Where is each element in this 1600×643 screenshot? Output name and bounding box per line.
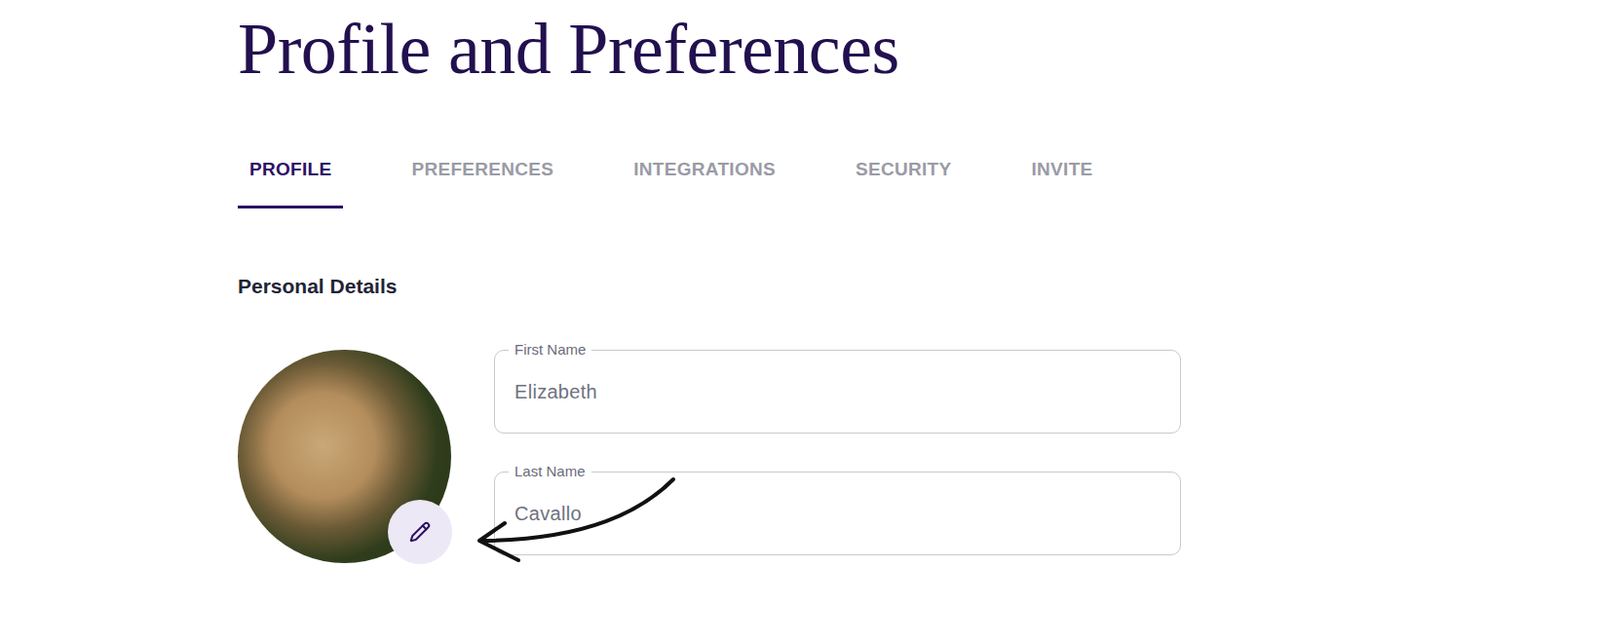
personal-details: First NameElizabethLast NameCavallo	[237, 349, 1181, 564]
section-title: Personal Details	[237, 274, 1600, 299]
text-field[interactable]: Last NameCavallo	[494, 471, 1181, 556]
tab[interactable]: PREFERENCES	[399, 158, 566, 209]
field-label: First Name	[508, 341, 592, 359]
name-fields: First NameElizabethLast NameCavallo	[494, 349, 1181, 564]
annotation-arrow-icon	[237, 349, 1181, 574]
tab[interactable]: INTEGRATIONS	[621, 158, 788, 209]
field-value[interactable]: Cavallo	[514, 500, 582, 527]
text-field[interactable]: First NameElizabeth	[494, 349, 1181, 434]
avatar	[237, 349, 452, 564]
tab-bar: PROFILE PREFERENCES INTEGRATIONS SECURITY IN…	[237, 158, 1600, 209]
edit-avatar-button[interactable]	[387, 499, 453, 565]
tab[interactable]: SECURITY	[843, 158, 963, 209]
tab[interactable]: INVITE	[1019, 158, 1105, 209]
tab[interactable]: PROFILE	[237, 158, 343, 209]
profile-page: Profile and Preferences PROFILE PREFERENCE…	[0, 0, 1600, 643]
pencil-icon	[409, 521, 431, 543]
field-label: Last Name	[508, 462, 592, 481]
page-title: Profile and Preferences	[237, 12, 1600, 85]
field-value[interactable]: Elizabeth	[514, 379, 598, 405]
